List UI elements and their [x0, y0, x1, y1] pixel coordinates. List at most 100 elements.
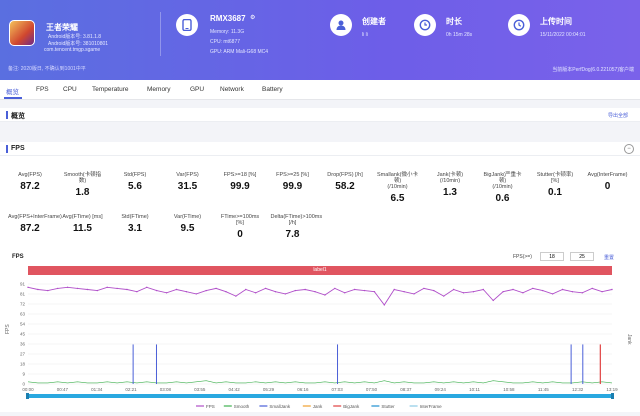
creator-label: 创建者: [362, 17, 386, 26]
section-marker: [6, 111, 8, 119]
metric-value: 0.1: [548, 187, 562, 198]
duration-label: 时长: [446, 17, 462, 26]
x-tick-label: 10:11: [469, 387, 480, 392]
fps-point: [581, 292, 584, 294]
metric-label: FPS>=18 [%]: [223, 172, 257, 178]
y-axis-label: FPS: [5, 324, 11, 334]
header-banner: 王者荣耀 Android版本号: 3.81.1.8 Android版本号: 38…: [0, 0, 640, 80]
metric-label: Std(FPS): [123, 172, 147, 178]
metric-label: Smallank(微小卡顿) (/10min): [377, 172, 418, 190]
series-line-smooth: [27, 380, 613, 384]
legend-label[interactable]: FPS: [206, 404, 215, 409]
legend-label[interactable]: InterFrame: [420, 404, 443, 409]
y-tick-label: 63: [20, 312, 26, 317]
tab-temperature[interactable]: Temperature: [92, 86, 129, 93]
label-bar: label1: [28, 266, 612, 275]
user-icon: [330, 14, 352, 36]
tab-network[interactable]: Network: [220, 86, 244, 93]
y-tick-label: 54: [20, 322, 26, 327]
creator-value: li li: [362, 32, 368, 38]
history-icon: [508, 14, 530, 36]
metric-value: 31.5: [177, 181, 198, 192]
y-tick-label: 81: [20, 292, 26, 297]
fps-point: [225, 290, 227, 293]
tab-overview[interactable]: 概览: [6, 86, 19, 96]
legend-label[interactable]: SmallJank: [269, 404, 291, 409]
x-tick-label: 03:08: [160, 387, 172, 392]
clock-icon: [414, 14, 436, 36]
fps-point: [561, 288, 564, 291]
fps-point: [512, 288, 514, 291]
legend-label[interactable]: Stutter: [381, 404, 395, 409]
fps-point: [542, 289, 544, 292]
y-tick-label: 45: [20, 332, 26, 337]
metric-item: Var(FTime) 9.5: [166, 214, 210, 234]
fps-chart: 91 81 72 63 54 45 36 27 18 9 0 FPS Jank 00:00 00:47 01:…: [5, 282, 632, 410]
legend-label[interactable]: Jank: [313, 404, 323, 409]
reset-button[interactable]: 重置: [604, 254, 614, 261]
scrollbar-handle-left[interactable]: [26, 393, 29, 399]
scrollbar-handle-right[interactable]: [611, 393, 614, 399]
metric-label: Smooth(卡顿指数): [63, 172, 102, 184]
metric-label: Jank(卡顿) (/10min): [436, 172, 464, 184]
fps-threshold-input-1[interactable]: [540, 252, 564, 261]
fps-point: [532, 287, 534, 290]
fps-point: [76, 287, 79, 290]
fps-point: [254, 292, 257, 294]
fps-threshold-input-2[interactable]: [570, 252, 594, 261]
tab-gpu[interactable]: GPU: [190, 86, 204, 93]
x-tick-label: 12:32: [572, 387, 584, 392]
y-tick-label: 36: [20, 342, 26, 347]
legend-label[interactable]: BigJank: [343, 404, 360, 409]
fps-point: [324, 294, 326, 296]
metric-label: Var(FTime): [173, 214, 202, 220]
metric-value: 1.8: [75, 187, 90, 198]
metric-value: 0.6: [495, 193, 510, 204]
metric-label: Drop(FPS) [/h]: [327, 172, 363, 178]
metric-value: 11.5: [73, 223, 92, 234]
metric-item: Avg(FPS) 87.2: [8, 172, 52, 192]
chart-title: FPS: [12, 254, 24, 260]
fps-point: [294, 289, 296, 292]
collapse-icon[interactable]: −: [624, 144, 634, 154]
metric-item: Drop(FPS) [/h] 58.2: [323, 172, 367, 192]
fps-point: [344, 292, 346, 294]
metric-value: 99.9: [230, 181, 250, 192]
export-all-link[interactable]: 导出全部: [608, 112, 628, 119]
fps-point: [383, 304, 386, 306]
fps-point: [264, 287, 267, 290]
tab-memory[interactable]: Memory: [147, 86, 170, 93]
fps-point: [116, 287, 118, 290]
tab-cpu[interactable]: CPU: [63, 86, 77, 93]
metric-label: Avg(FPS): [18, 172, 42, 178]
metric-item: Smooth(卡顿指数) 1.8: [61, 172, 105, 198]
x-tick-label: 04:42: [228, 387, 240, 392]
metric-item: FPS>=25 [%] 99.9: [271, 172, 315, 192]
legend-label[interactable]: Smooth: [234, 404, 250, 409]
fps-point: [185, 290, 188, 293]
metric-item: Std(FPS) 5.6: [113, 172, 157, 192]
metric-item: BigJank(严重卡顿) (/10min) 0.6: [481, 172, 525, 204]
fps-point: [37, 288, 39, 291]
active-tab-indicator: [4, 97, 22, 99]
settings-gear-icon[interactable]: ⚙: [250, 14, 255, 21]
device-gpu: GPU: ARM Mali-G68 MC4: [210, 49, 269, 55]
fps-point: [551, 293, 554, 295]
x-tick-label: 03:55: [194, 387, 206, 392]
fps-point: [56, 287, 59, 290]
x-tick-label: 01:34: [91, 387, 103, 392]
android-code: Android版本号: 381010801: [48, 41, 109, 47]
tab-battery[interactable]: Battery: [262, 86, 283, 93]
fps-point: [155, 289, 158, 292]
time-range-scrollbar[interactable]: [28, 394, 612, 398]
note-line: 备注: 2020版日, 不确认到1001中平: [8, 66, 86, 72]
tab-fps[interactable]: FPS: [36, 86, 49, 93]
package-name: com.tencent.tmgp.sgame: [44, 47, 101, 53]
y-tick-label: 9: [22, 372, 25, 377]
x-tick-label: 06:16: [297, 387, 309, 392]
metric-item: Jank(卡顿) (/10min) 1.3: [428, 172, 472, 198]
fps-point: [413, 293, 415, 295]
fps-point: [205, 289, 207, 292]
series-line-fps: [27, 286, 613, 306]
x-tick-label: 00:47: [57, 387, 69, 392]
